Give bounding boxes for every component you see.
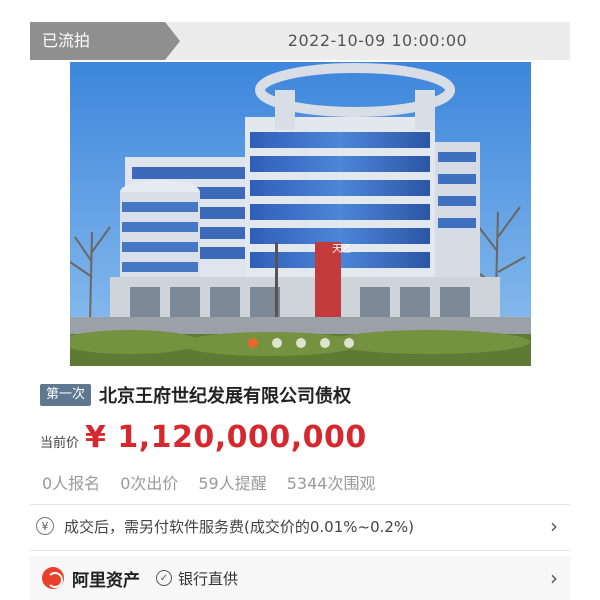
price-label: 当前价	[40, 436, 80, 451]
building-photo: 天乙	[70, 62, 531, 366]
item-title: 北京王府世纪发展有限公司债权	[99, 386, 352, 407]
carousel-dot[interactable]	[295, 338, 306, 348]
building-sign: 天乙	[332, 243, 352, 255]
stat-bids: 0次出价	[120, 474, 179, 493]
price-row: 当前价 ¥ 1,120,000,000	[40, 420, 367, 455]
service-fee-row[interactable]: ¥ 成交后，需另付软件服务费(成交价的0.01%~0.2%) ›	[30, 506, 570, 546]
carousel-indicator[interactable]	[70, 338, 531, 348]
round-badge: 第一次	[40, 384, 92, 406]
auction-status-bar: 已流拍 2022-10-09 10:00:00	[30, 22, 570, 60]
carousel-dot[interactable]	[343, 338, 354, 348]
chevron-right-icon[interactable]: ›	[550, 506, 558, 546]
check-circle-icon: ✓	[156, 570, 172, 586]
bank-direct-label: 银行直供	[178, 569, 239, 588]
yen-icon: ¥	[36, 517, 54, 535]
auction-stats: 0人报名 0次出价 59人提醒 5344次围观	[42, 470, 375, 494]
status-tag: 已流拍	[30, 22, 180, 60]
platform-footer[interactable]: 阿里资产 ✓ 银行直供 ›	[30, 556, 570, 600]
stat-views: 5344次围观	[286, 474, 376, 493]
carousel-dot[interactable]	[247, 338, 258, 348]
auction-time: 2022-10-09 10:00:00	[287, 31, 468, 50]
property-photo-carousel[interactable]: 天乙	[70, 62, 531, 366]
chevron-right-icon[interactable]: ›	[550, 556, 558, 600]
current-price: ¥ 1,120,000,000	[85, 420, 367, 455]
divider	[30, 550, 570, 551]
platform-name: 阿里资产	[72, 570, 140, 591]
service-fee-text: 成交后，需另付软件服务费(成交价的0.01%~0.2%)	[64, 517, 415, 536]
stat-reminders: 59人提醒	[198, 474, 267, 493]
carousel-dot[interactable]	[271, 338, 282, 348]
carousel-dot[interactable]	[319, 338, 330, 348]
item-title-row: 第一次 北京王府世纪发展有限公司债权	[40, 382, 351, 408]
alibaba-assets-logo-icon	[42, 567, 64, 589]
divider	[30, 504, 570, 505]
stat-registrations: 0人报名	[42, 474, 101, 493]
